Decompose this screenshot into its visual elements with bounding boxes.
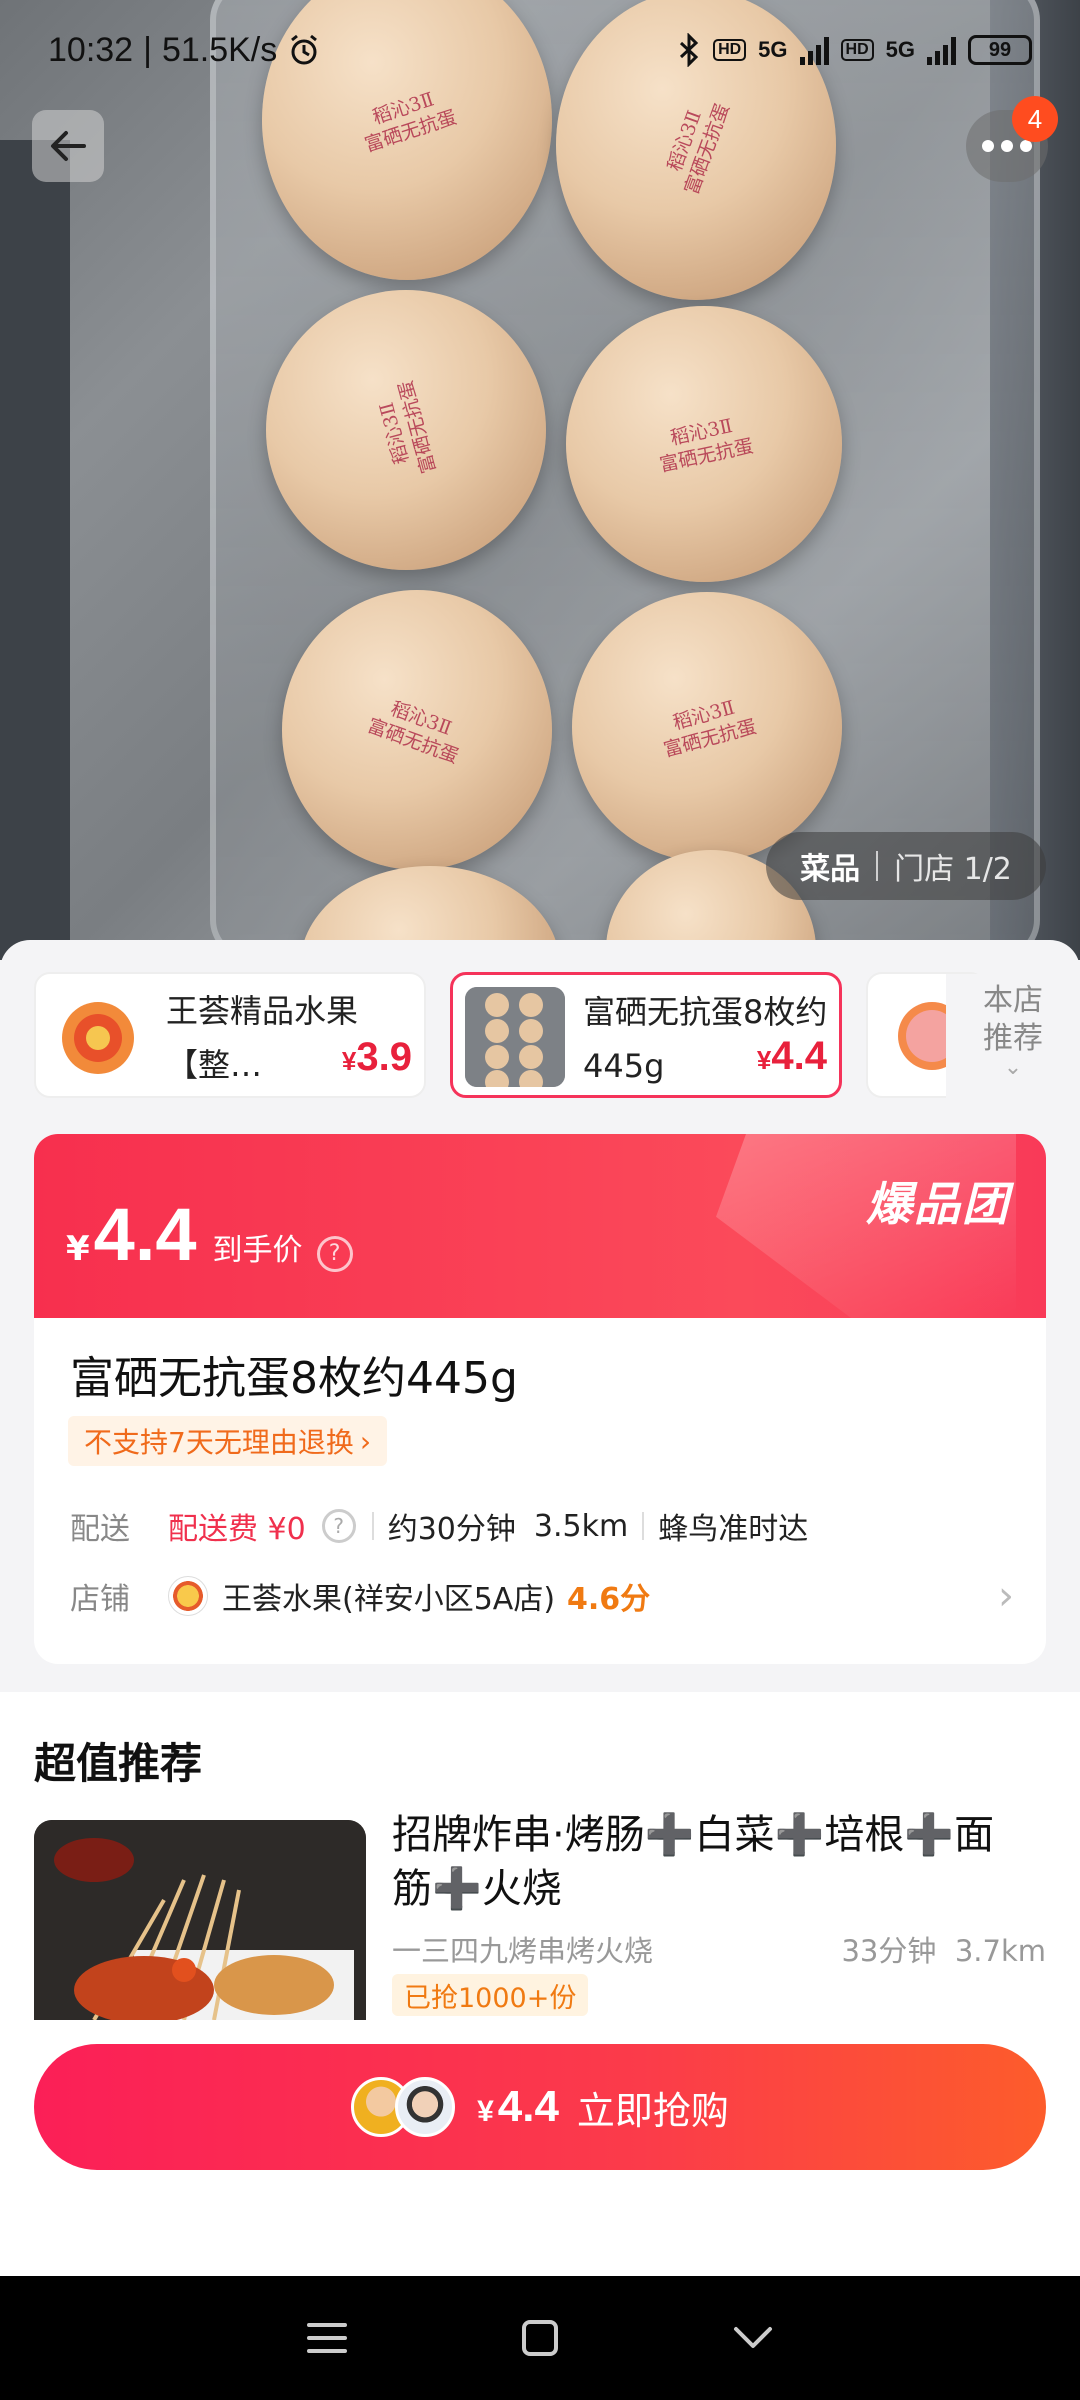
back-button[interactable] (32, 110, 104, 182)
return-policy-tag[interactable]: 不支持7天无理由退换 › (68, 1416, 388, 1466)
rec-item-name[interactable]: 招牌炸串·烤肠➕白菜➕培根➕面筋➕火烧 (392, 1808, 1032, 1916)
product-title: 富硒无抗蛋8枚约445g (70, 1353, 518, 1404)
buyer-avatars (351, 2077, 456, 2137)
rec-item-shop: 一三四九烤串烤火烧 (392, 1934, 654, 1968)
egg: 稻沁3Ⅱ 富硒无抗蛋 (572, 592, 842, 862)
buy-price: ¥4.4 (477, 2082, 559, 2131)
delivery-row: 配送 配送费 ¥0 ? 约30分钟 3.5km 蜂鸟准时达 (70, 1504, 808, 1548)
network-speed: 51.5K/s (161, 30, 278, 69)
promo-banner: 爆品团 ¥ 4.4 到手价 ? (34, 1134, 1046, 1318)
arrow-left-icon (51, 131, 86, 161)
divider (371, 1512, 374, 1540)
alarm-icon (291, 34, 318, 65)
menu-icon (306, 2323, 347, 2353)
chevron-right-icon: › (998, 1573, 1014, 1619)
avatar (395, 2077, 456, 2137)
product-image[interactable]: 稻沁3Ⅱ 富硒无抗蛋 稻沁3Ⅱ 富硒无抗蛋 稻沁3Ⅱ 富硒无抗蛋 稻沁3Ⅱ 富硒无抗蛋 … (0, 0, 1080, 960)
delivery-time: 约30分钟 (387, 1512, 516, 1547)
egg: 稻沁3Ⅱ 富硒无抗蛋 (282, 590, 552, 870)
rec-item-eta: 33分钟 3.7km (841, 1934, 1046, 1968)
egg: 稻沁3Ⅱ 富硒无抗蛋 (266, 290, 546, 570)
battery-icon: 99 (968, 35, 1032, 65)
eggs-thumbnail (465, 987, 565, 1087)
store-logo (168, 1576, 208, 1616)
chevron-right-icon: › (359, 1424, 372, 1458)
delivery-service: 蜂鸟准时达 (658, 1512, 809, 1547)
image-tabs: 菜品 门店 1/2 (766, 832, 1046, 900)
photo-background (0, 140, 70, 960)
divider (642, 1512, 645, 1540)
hd-badge: HD (713, 39, 747, 61)
home-button[interactable] (510, 2308, 570, 2368)
help-icon[interactable]: ? (321, 1509, 356, 1543)
more-dots-icon (982, 140, 1032, 152)
section-title: 超值推荐 (34, 1739, 203, 1788)
chip-price: ¥4.4 (756, 1034, 827, 1078)
store-rating: 4.6分 (567, 1582, 651, 1617)
notification-badge: 4 (1012, 96, 1058, 142)
network-type: 5G (758, 37, 788, 62)
delivery-distance: 3.5km (533, 1508, 629, 1544)
chevron-down-icon (734, 2327, 773, 2348)
product-switcher: 王荟精品水果【整… ¥3.9 富硒无抗蛋8枚约445g ¥4.4 (34, 972, 1080, 1102)
help-icon[interactable]: ? (316, 1235, 353, 1272)
recommendations-section: 超值推荐 招牌炸串·烤肠➕白菜➕培根➕面筋➕火烧 一三四九烤串烤火烧 33分钟 … (0, 1692, 1080, 2276)
status-bar: 10:32 | 51.5K/s HD 5G HD 5G 99 (0, 0, 1080, 100)
bluetooth-icon (680, 33, 699, 67)
buy-label: 立即抢购 (576, 2088, 729, 2133)
square-icon (521, 2320, 558, 2356)
store-recommend-button[interactable]: 本店推荐 ⌄ (946, 974, 1080, 1100)
back-nav-button[interactable] (723, 2308, 783, 2368)
network-type: 5G (885, 37, 915, 62)
fruit-thumbnail (48, 986, 148, 1086)
signal-icon (927, 35, 956, 65)
chip-product-fruit[interactable]: 王荟精品水果【整… ¥3.9 (34, 972, 426, 1098)
final-price: ¥ 4.4 到手价 ? (66, 1192, 353, 1277)
promo-card: 爆品团 ¥ 4.4 到手价 ? 富硒无抗蛋8枚约445g 不支持7天无理由退换 … (34, 1134, 1046, 1664)
chip-price: ¥3.9 (341, 1035, 412, 1079)
delivery-fee: 配送费 ¥0 (168, 1512, 306, 1547)
chip-product-eggs[interactable]: 富硒无抗蛋8枚约445g ¥4.4 (450, 972, 842, 1098)
system-nav-bar (0, 2276, 1080, 2400)
signal-icon (799, 35, 829, 65)
rec-item-image[interactable] (34, 1820, 366, 2020)
egg: 稻沁3Ⅱ 富硒无抗蛋 (566, 306, 842, 582)
tab-store[interactable]: 门店 1/2 (894, 844, 1012, 888)
menu-button[interactable] (297, 2308, 357, 2368)
clock: 10:32 (48, 30, 134, 69)
chevron-down-icon: ⌄ (1003, 1055, 1023, 1080)
tab-dishes[interactable]: 菜品 (800, 844, 860, 888)
brand-logo: 爆品团 (866, 1177, 1010, 1231)
store-row[interactable]: 店铺 王荟水果(祥安小区5A店) 4.6分 › (70, 1573, 1014, 1619)
buy-now-button[interactable]: ¥4.4 立即抢购 (34, 2044, 1046, 2170)
divider (876, 851, 879, 881)
hd-badge: HD (840, 39, 874, 61)
store-name: 王荟水果(祥安小区5A店) (222, 1582, 556, 1617)
rec-item-sold-badge: 已抢1000+份 (392, 1974, 589, 2016)
